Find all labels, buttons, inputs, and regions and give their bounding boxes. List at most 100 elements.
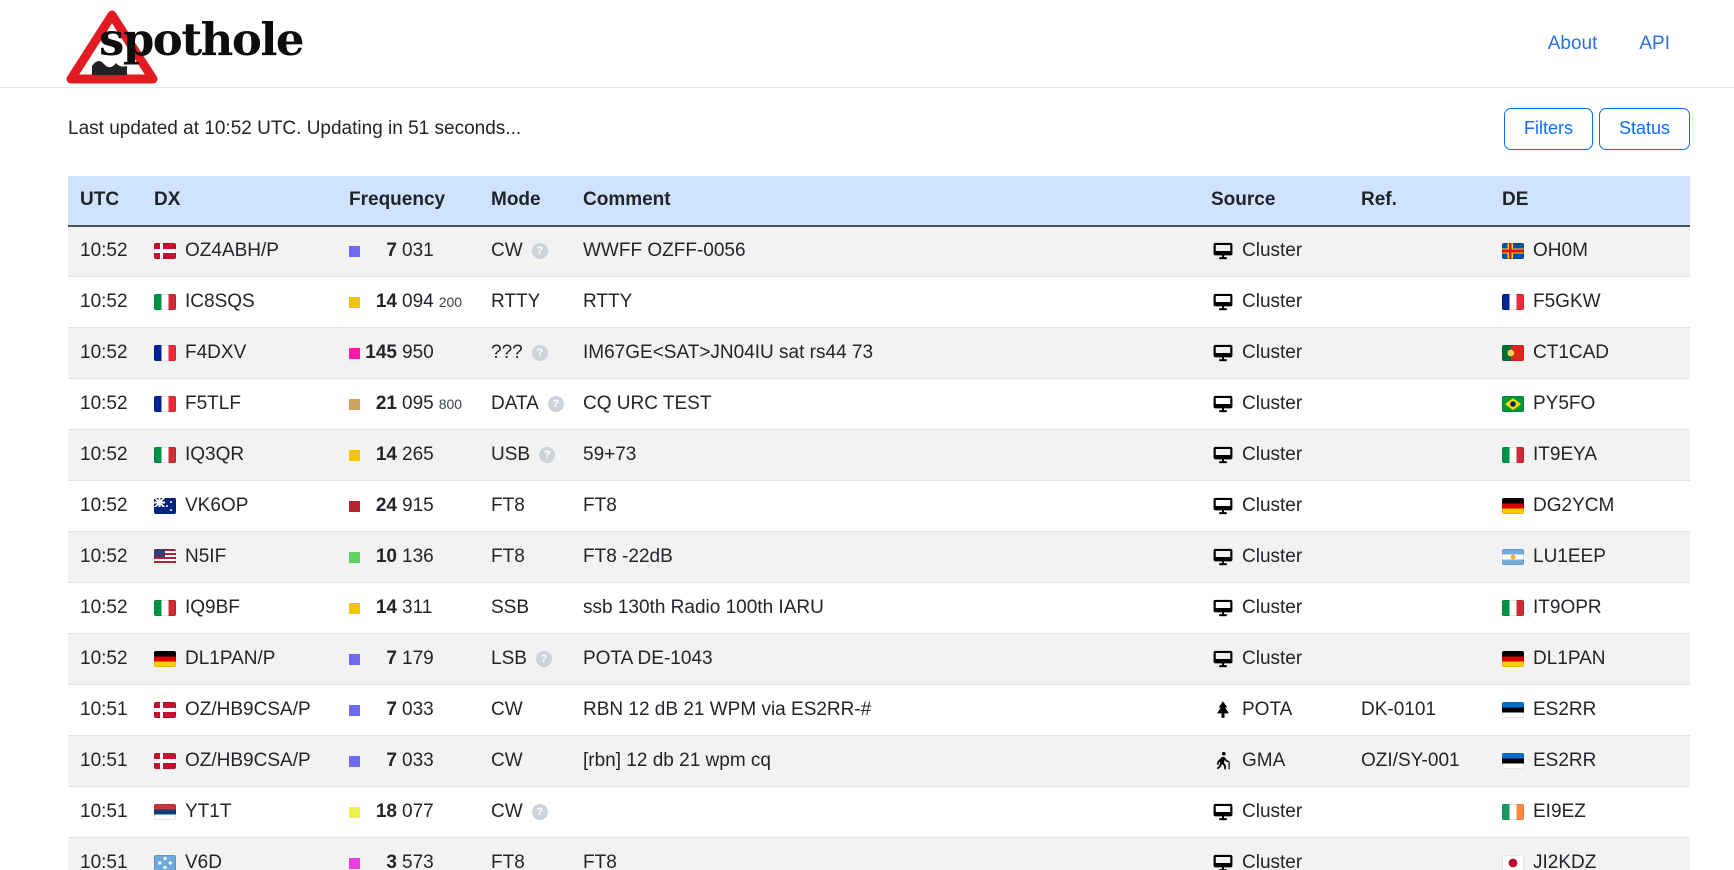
- filters-button[interactable]: Filters: [1504, 108, 1593, 150]
- flag-au-icon: [154, 498, 176, 514]
- de-callsign[interactable]: LU1EEP: [1533, 546, 1606, 568]
- flag-it-icon: [1502, 447, 1524, 463]
- dx-cell: IQ3QR: [142, 430, 337, 481]
- dx-callsign[interactable]: IC8SQS: [185, 291, 255, 313]
- dx-callsign[interactable]: DL1PAN/P: [185, 648, 275, 670]
- mode-info-icon[interactable]: ?: [539, 447, 555, 463]
- source-cell: Cluster: [1199, 379, 1349, 430]
- de-cell: EI9EZ: [1490, 787, 1690, 838]
- dx-callsign[interactable]: IQ3QR: [185, 444, 244, 466]
- flag-it-icon: [1502, 600, 1524, 616]
- table-row[interactable]: 10:52 IQ3QR 14265 USB ? 59+73 Cluster: [68, 430, 1690, 481]
- de-callsign[interactable]: OH0M: [1533, 240, 1588, 262]
- de-callsign[interactable]: JI2KDZ: [1533, 852, 1596, 870]
- utc-cell: 10:51: [68, 838, 142, 870]
- table-row[interactable]: 10:52 F4DXV 145950 ??? ? IM67GE<SAT>JN04…: [68, 328, 1690, 379]
- column-header-frequency: Frequency: [337, 176, 479, 226]
- monitor-icon: [1211, 394, 1235, 414]
- de-callsign[interactable]: DL1PAN: [1533, 648, 1606, 670]
- dx-callsign[interactable]: VK6OP: [185, 495, 248, 517]
- dx-callsign[interactable]: YT1T: [185, 801, 231, 823]
- nav-link-api[interactable]: API: [1639, 33, 1670, 55]
- mode-cell: FT8 ?: [479, 532, 571, 583]
- mode-info-icon[interactable]: ?: [532, 804, 548, 820]
- de-callsign[interactable]: ES2RR: [1533, 750, 1596, 772]
- mode-info-icon[interactable]: ?: [548, 396, 564, 412]
- dx-callsign[interactable]: F4DXV: [185, 342, 246, 364]
- monitor-icon: [1211, 598, 1235, 618]
- dx-cell: VK6OP: [142, 481, 337, 532]
- de-callsign[interactable]: PY5FO: [1533, 393, 1595, 415]
- dx-cell: V6D: [142, 838, 337, 870]
- comment-cell: [571, 787, 1199, 838]
- dx-callsign[interactable]: OZ/HB9CSA/P: [185, 699, 311, 721]
- dx-callsign[interactable]: OZ4ABH/P: [185, 240, 279, 262]
- band-color-icon: [349, 399, 360, 410]
- flag-ee-icon: [1502, 753, 1524, 769]
- table-row[interactable]: 10:52 DL1PAN/P 7179 LSB ? POTA DE-1043 C…: [68, 634, 1690, 685]
- table-row[interactable]: 10:52 IC8SQS 14094200 RTTY ? RTTY Cluste…: [68, 277, 1690, 328]
- table-row[interactable]: 10:51 YT1T 18077 CW ? Cluster: [68, 787, 1690, 838]
- dx-callsign[interactable]: V6D: [185, 852, 222, 870]
- monitor-icon: [1211, 445, 1235, 465]
- dx-callsign[interactable]: OZ/HB9CSA/P: [185, 750, 311, 772]
- status-button[interactable]: Status: [1599, 108, 1690, 150]
- de-callsign[interactable]: IT9EYA: [1533, 444, 1597, 466]
- table-row[interactable]: 10:52 F5TLF 21095800 DATA ? CQ URC TEST …: [68, 379, 1690, 430]
- dx-callsign[interactable]: F5TLF: [185, 393, 241, 415]
- column-header-source: Source: [1199, 176, 1349, 226]
- mode-cell: CW ?: [479, 787, 571, 838]
- utc-cell: 10:52: [68, 481, 142, 532]
- mode-info-icon[interactable]: ?: [536, 651, 552, 667]
- site-logo[interactable]: spothole: [66, 5, 326, 83]
- spots-table-header: UTCDXFrequencyModeCommentSourceRef.DE: [68, 176, 1690, 226]
- table-row[interactable]: 10:52 N5IF 10136 FT8 ? FT8 -22dB Cluster: [68, 532, 1690, 583]
- mode-cell: CW ?: [479, 226, 571, 277]
- de-callsign[interactable]: EI9EZ: [1533, 801, 1586, 823]
- ref-cell: [1349, 532, 1490, 583]
- comment-cell: RTTY: [571, 277, 1199, 328]
- monitor-icon: [1211, 496, 1235, 516]
- ref-cell: [1349, 634, 1490, 685]
- de-cell: IT9OPR: [1490, 583, 1690, 634]
- table-row[interactable]: 10:51 OZ/HB9CSA/P 7033 CW ? [rbn] 12 db …: [68, 736, 1690, 787]
- de-cell: DG2YCM: [1490, 481, 1690, 532]
- flag-fr-icon: [1502, 294, 1524, 310]
- utc-cell: 10:51: [68, 685, 142, 736]
- mode-info-icon[interactable]: ?: [532, 345, 548, 361]
- de-callsign[interactable]: IT9OPR: [1533, 597, 1602, 619]
- table-row[interactable]: 10:51 V6D 3573 FT8 ? FT8 Cluster: [68, 838, 1690, 870]
- de-callsign[interactable]: F5GKW: [1533, 291, 1601, 313]
- mode-cell: RTTY ?: [479, 277, 571, 328]
- utc-cell: 10:52: [68, 277, 142, 328]
- flag-de-icon: [1502, 651, 1524, 667]
- flag-dk-icon: [154, 243, 176, 259]
- table-row[interactable]: 10:51 OZ/HB9CSA/P 7033 CW ? RBN 12 dB 21…: [68, 685, 1690, 736]
- top-nav: About API: [1548, 33, 1670, 55]
- source-cell: POTA: [1199, 685, 1349, 736]
- flag-pt-icon: [1502, 345, 1524, 361]
- source-cell: Cluster: [1199, 583, 1349, 634]
- dx-callsign[interactable]: IQ9BF: [185, 597, 240, 619]
- table-row[interactable]: 10:52 VK6OP 24915 FT8 ? FT8 Cluster: [68, 481, 1690, 532]
- table-row[interactable]: 10:52 IQ9BF 14311 SSB ? ssb 130th Radio …: [68, 583, 1690, 634]
- dx-callsign[interactable]: N5IF: [185, 546, 226, 568]
- de-callsign[interactable]: ES2RR: [1533, 699, 1596, 721]
- de-callsign[interactable]: CT1CAD: [1533, 342, 1609, 364]
- dx-cell: DL1PAN/P: [142, 634, 337, 685]
- mode-info-icon[interactable]: ?: [532, 243, 548, 259]
- nav-link-about[interactable]: About: [1548, 33, 1598, 55]
- frequency-cell: 3573: [337, 838, 479, 870]
- header-row: UTCDXFrequencyModeCommentSourceRef.DE: [68, 176, 1690, 226]
- flag-ar-icon: [1502, 549, 1524, 565]
- dx-cell: F4DXV: [142, 328, 337, 379]
- dx-cell: IQ9BF: [142, 583, 337, 634]
- de-cell: OH0M: [1490, 226, 1690, 277]
- ref-cell: [1349, 787, 1490, 838]
- table-row[interactable]: 10:52 OZ4ABH/P 7031 CW ? WWFF OZFF-0056 …: [68, 226, 1690, 277]
- de-callsign[interactable]: DG2YCM: [1533, 495, 1614, 517]
- spots-table-body: 10:52 OZ4ABH/P 7031 CW ? WWFF OZFF-0056 …: [68, 226, 1690, 870]
- band-color-icon: [349, 603, 360, 614]
- flag-rs-icon: [154, 804, 176, 820]
- band-color-icon: [349, 552, 360, 563]
